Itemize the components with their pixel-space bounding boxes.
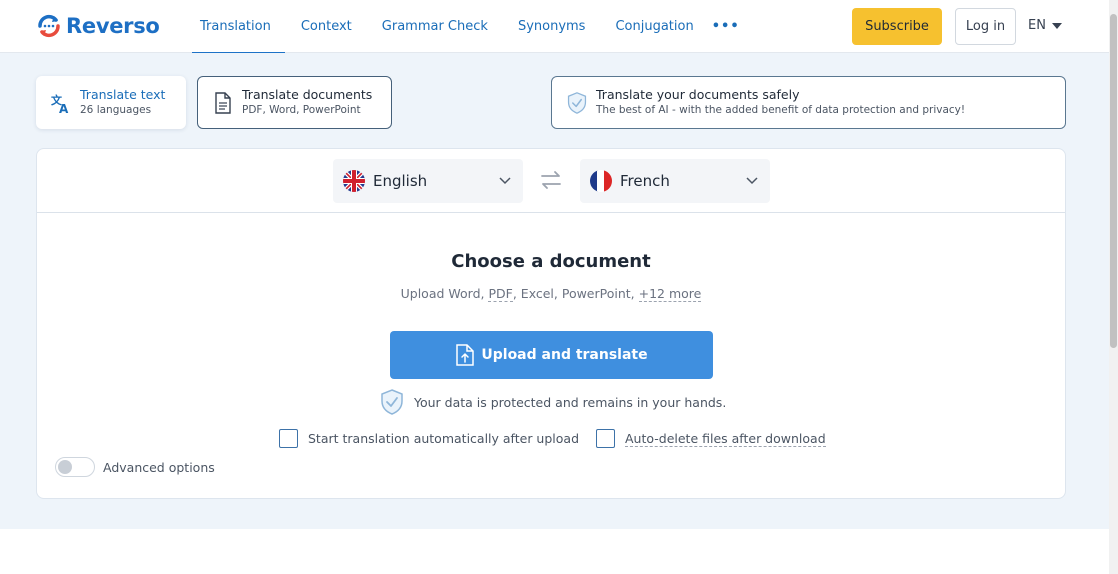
translate-documents-subtitle: PDF, Word, PowerPoint [242,104,361,116]
pdf-link[interactable]: PDF [488,286,513,302]
chevron-down-icon [499,177,511,185]
nav-grammar-check[interactable]: Grammar Check [368,0,502,53]
supported-formats: Upload Word, PDF, Excel, PowerPoint, +12… [37,286,1065,302]
france-flag-icon [590,170,612,192]
scrollbar-thumb[interactable] [1110,14,1117,348]
auto-start-checkbox[interactable] [279,429,298,448]
ui-language-label: EN [1028,18,1046,33]
translate-text-title: Translate text [80,87,166,102]
document-icon [212,91,234,114]
auto-start-label: Start translation automatically after up… [308,431,580,446]
safe-translation-banner: Translate your documents safely The best… [551,76,1066,129]
swap-icon[interactable] [539,168,563,192]
more-formats-link[interactable]: +12 more [638,286,702,302]
main-nav: Translation Context Grammar Check Synony… [186,0,744,54]
data-protection-note: Your data is protected and remains in yo… [380,388,726,416]
logo-text: Reverso [66,14,160,38]
reverso-logo[interactable]: Reverso [35,12,160,40]
auto-delete-option[interactable]: Auto-delete files after download [596,429,826,448]
page-scrollbar[interactable] [1109,0,1118,574]
nav-conjugation[interactable]: Conjugation [601,0,707,53]
translate-text-subtitle: 26 languages [80,104,152,116]
ui-language-select[interactable]: EN [1028,18,1062,33]
formats-middle: , Excel, PowerPoint, [512,286,639,301]
nav-context[interactable]: Context [287,0,366,53]
chevron-down-icon [746,177,758,185]
upload-file-icon [456,344,475,366]
target-language-select[interactable]: French [580,159,770,203]
safe-translation-title: Translate your documents safely [596,87,800,102]
safe-translation-text: Translate your documents safely The best… [596,87,965,118]
shield-icon [381,389,403,415]
auto-start-option[interactable]: Start translation automatically after up… [279,429,579,448]
translate-documents-label: Translate documents PDF, Word, PowerPoin… [242,87,372,118]
translator-section: 文 A Translate text 26 languages Translat… [0,53,1109,529]
formats-prefix: Upload Word, [400,286,489,301]
translate-documents-title: Translate documents [242,87,373,102]
login-button[interactable]: Log in [955,8,1016,45]
shield-icon [566,91,588,114]
document-upload-card: English French Choose a document Upload … [36,148,1066,499]
source-language-select[interactable]: English [333,159,523,203]
nav-translation[interactable]: Translation [186,0,285,54]
translate-text-tab[interactable]: 文 A Translate text 26 languages [36,76,186,129]
subscribe-button[interactable]: Subscribe [852,8,942,45]
caret-down-icon [1051,22,1062,29]
data-protection-text: Your data is protected and remains in yo… [414,394,727,410]
auto-delete-label: Auto-delete files after download [625,430,826,447]
top-header: Reverso Translation Context Grammar Chec… [0,0,1109,54]
translate-documents-tab[interactable]: Translate documents PDF, Word, PowerPoin… [197,76,392,129]
advanced-options: Advanced options [55,457,215,477]
source-language-name: English [373,172,428,190]
choose-document-title: Choose a document [451,251,651,272]
auto-delete-checkbox[interactable] [596,429,615,448]
svg-text:A: A [59,102,69,114]
uk-flag-icon [343,170,365,192]
reverso-logo-icon [38,14,60,38]
nav-synonyms[interactable]: Synonyms [504,0,600,53]
translate-text-label: Translate text 26 languages [80,87,165,118]
translate-icon: 文 A [50,92,72,114]
language-selector-row: English French [37,149,1065,213]
advanced-options-toggle[interactable] [55,457,95,477]
upload-button-label: Upload and translate [481,347,648,363]
target-language-name: French [620,172,670,190]
upload-and-translate-button[interactable]: Upload and translate [390,331,713,379]
nav-more-icon[interactable]: ••• [710,0,742,53]
advanced-options-label: Advanced options [103,459,215,475]
safe-translation-subtitle: The best of AI - with the added benefit … [596,104,966,116]
